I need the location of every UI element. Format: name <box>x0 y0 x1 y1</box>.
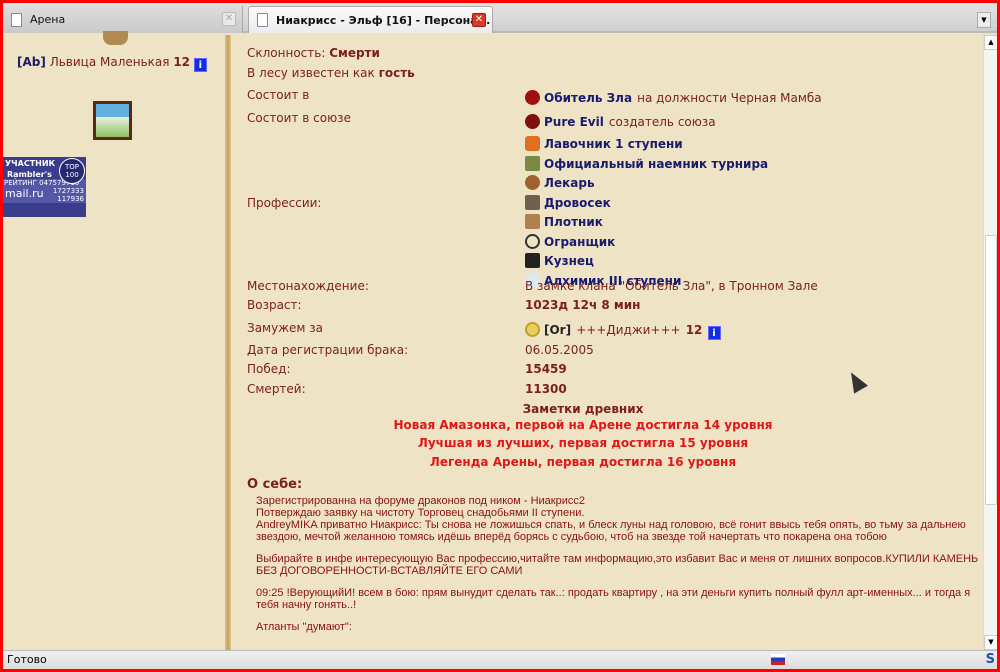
shop-icon <box>525 136 540 151</box>
potion-icon <box>525 175 540 190</box>
union-label: Состоит в союзе <box>247 111 351 125</box>
inclination-value: Смерти <box>329 46 380 60</box>
clan-value: Обитель Зла на должности Черная Мамба <box>525 87 822 106</box>
partner-line: [Ab] Львица Маленькая 12 i <box>17 55 207 72</box>
age-value: 1023д 12ч 8 мин <box>525 298 641 312</box>
age-label: Возраст: <box>247 298 302 312</box>
about-line: AndreyMIKA приватно Ниакрисс: Ты снова н… <box>256 519 966 543</box>
close-icon[interactable]: ✕ <box>472 13 486 27</box>
spouse-clan-tag[interactable]: [Or] <box>544 323 571 337</box>
tab-arena[interactable]: Арена ✕ <box>3 6 243 33</box>
note-item: Новая Амазонка, первой на Арене достигла… <box>393 418 773 432</box>
forest-row: В лесу известен как гость <box>247 66 415 80</box>
note-item: Легенда Арены, первая достигла 16 уровня <box>429 455 737 469</box>
note-item: Лучшая из лучших, первая достигла 15 уро… <box>417 436 749 450</box>
about-line: 09:25 !ВерующийИ! всем в бою: прям вынуд… <box>256 587 971 611</box>
about-line: Атланты "думают": <box>256 621 352 633</box>
married-label: Замужем за <box>247 321 323 335</box>
spouse-value: [Or] +++Диджи+++ 12 i <box>525 319 721 340</box>
clan-label: Состоит в <box>247 88 310 102</box>
location-value: В замке клана "Обитель Зла", в Тронном З… <box>525 279 818 293</box>
tab-label: Ниакрисс - Эльф [16] - Персона... <box>276 13 491 27</box>
left-panel: [Ab] Львица Маленькая 12 i УЧАСТНИК Ramb… <box>3 31 225 650</box>
notes-title: Заметки древних <box>522 402 644 416</box>
scroll-down-button[interactable]: ▼ <box>984 635 997 650</box>
union-value: Pure Evil создатель союза <box>525 111 716 130</box>
profession-item[interactable]: Лекарь <box>525 173 768 193</box>
union-link[interactable]: Pure Evil <box>544 115 604 129</box>
scroll-thumb[interactable] <box>985 235 997 505</box>
tab-bar: Арена ✕ Ниакрисс - Эльф [16] - Персона..… <box>3 3 997 33</box>
clan-role: на должности Черная Мамба <box>637 91 822 105</box>
profession-item[interactable]: Официальный наемник турнира <box>525 154 768 174</box>
info-icon[interactable]: i <box>707 326 721 340</box>
partner-level: 12 <box>173 55 191 69</box>
union-role: создатель союза <box>608 115 716 129</box>
page-icon <box>257 13 268 27</box>
page-icon <box>11 12 22 27</box>
wins-value: 15459 <box>525 362 567 376</box>
forest-value: гость <box>378 66 415 80</box>
browser-window: Арена ✕ Ниакрисс - Эльф [16] - Персона..… <box>3 3 997 669</box>
about-title: О себе: <box>247 477 303 492</box>
axe-icon <box>525 194 540 210</box>
addon-icon[interactable]: S <box>986 652 995 667</box>
mailru-logo: mail.ru <box>5 187 44 200</box>
clan-emblem-icon <box>525 90 540 105</box>
inclination-row: Склонность: Смерти <box>247 46 380 60</box>
union-emblem-icon <box>525 114 540 129</box>
profile-content: Склонность: Смерти В лесу известен как г… <box>231 35 985 650</box>
status-text: Готово <box>7 653 47 666</box>
clan-link[interactable]: Обитель Зла <box>544 91 632 105</box>
about-line: Зарегистрированна на форуме драконов под… <box>256 495 585 507</box>
about-line: Выбирайте в инфе интересующую Вас профес… <box>256 553 979 577</box>
deaths-value: 11300 <box>525 382 567 396</box>
deaths-label: Смертей: <box>247 382 306 396</box>
mail-num2: 117936 <box>57 195 84 203</box>
mail-num1: 1727333 <box>52 187 84 195</box>
partner-name[interactable]: Львица Маленькая <box>50 55 170 69</box>
wins-label: Побед: <box>247 362 291 376</box>
profession-item[interactable]: Кузнец <box>525 251 768 271</box>
russian-flag-icon <box>771 654 785 665</box>
ring-icon <box>525 322 540 337</box>
sword-icon <box>525 155 540 171</box>
status-bar: Готово S <box>3 650 997 669</box>
magnifier-icon <box>525 233 540 249</box>
spouse-level: 12 <box>685 323 703 337</box>
location-label: Местонахождение: <box>247 279 369 293</box>
marriage-date-label: Дата регистрации брака: <box>247 343 409 357</box>
profession-item[interactable]: Огранщик <box>525 232 768 252</box>
professions-list: Лавочник 1 ступени Официальный наемник т… <box>525 134 768 290</box>
profession-item[interactable]: Дровосек <box>525 193 768 213</box>
character-image <box>103 31 128 45</box>
vertical-scrollbar[interactable]: ▲ ▼ <box>983 35 997 650</box>
rating-label: РЕЙТИНГ <box>4 179 37 187</box>
scroll-up-button[interactable]: ▲ <box>984 35 997 50</box>
clan-tag[interactable]: [Ab] <box>17 55 46 69</box>
saw-icon <box>525 214 540 229</box>
rambler-banner[interactable]: УЧАСТНИК Rambler's TOP 100 РЕЙТИНГ 04757… <box>3 157 86 217</box>
tab-list-button[interactable]: ▼ <box>977 12 991 28</box>
about-line: Потверждаю заявку на чистоту Торговец сн… <box>256 507 585 519</box>
about-text: Зарегистрированна на форуме драконов под… <box>256 495 981 633</box>
tab-label: Арена <box>30 13 66 26</box>
professions-label: Профессии: <box>247 196 322 210</box>
profession-item[interactable]: Лавочник 1 ступени <box>525 134 768 154</box>
info-icon[interactable]: i <box>193 58 207 72</box>
marriage-picture[interactable] <box>93 101 132 140</box>
spouse-name[interactable]: +++Диджи+++ <box>576 323 680 337</box>
anvil-icon <box>525 253 540 268</box>
profession-item[interactable]: Плотник <box>525 212 768 232</box>
close-icon[interactable]: ✕ <box>222 12 236 26</box>
marriage-date-value: 06.05.2005 <box>525 343 594 357</box>
tab-profile[interactable]: Ниакрисс - Эльф [16] - Персона... ✕ <box>248 6 493 33</box>
top100-badge: TOP 100 <box>59 158 85 184</box>
